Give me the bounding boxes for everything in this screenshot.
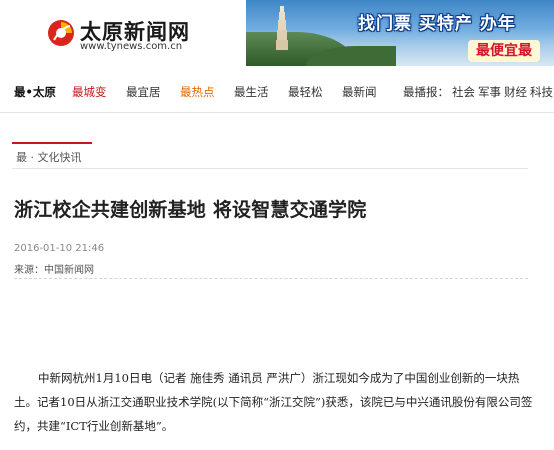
- broadcast-link-finance[interactable]: 财经: [504, 85, 527, 99]
- nav-item-city-change[interactable]: 最城变: [72, 84, 107, 100]
- broadcast-link-tech[interactable]: 科技: [530, 85, 553, 99]
- broadcast-link-military[interactable]: 军事: [478, 85, 501, 99]
- pagoda-icon: [276, 6, 288, 50]
- nav-item-relax[interactable]: 最轻松: [288, 84, 323, 100]
- site-logo[interactable]: 太原新闻网 www.tynews.com.cn: [46, 14, 206, 54]
- nav-broadcast: 最播报： 社会 军事 财经 科技: [403, 84, 554, 100]
- banner-tag: 最便宜最: [468, 40, 540, 62]
- logo-icon: [48, 20, 74, 46]
- ad-banner[interactable]: 找门票 买特产 办年 最便宜最: [246, 0, 554, 66]
- article-body: 中新网杭州1月10日电（记者 施佳秀 通讯员 严洪广）浙江现如今成为了中国创业创…: [14, 366, 534, 438]
- nav-item-taiyuan[interactable]: 最•太原: [14, 84, 56, 100]
- breadcrumb-divider: [12, 168, 528, 169]
- meta-divider: [14, 278, 528, 279]
- source-name: 中国新闻网: [44, 265, 94, 276]
- nav-item-life[interactable]: 最生活: [234, 84, 269, 100]
- nav-item-hotspot[interactable]: 最热点: [180, 84, 215, 100]
- site-url: www.tynews.com.cn: [80, 41, 183, 52]
- breadcrumb-accent: [12, 142, 92, 144]
- site-header: 太原新闻网 www.tynews.com.cn 找门票 买特产 办年 最便宜最: [0, 0, 554, 70]
- banner-slogan: 找门票 买特产 办年: [358, 14, 516, 34]
- broadcast-label: 最播报：: [403, 85, 449, 99]
- nav-item-livable[interactable]: 最宜居: [126, 84, 161, 100]
- source-label: 来源：: [14, 265, 44, 276]
- main-nav: 最•太原 最城变 最宜居 最热点 最生活 最轻松 最新闻 最播报： 社会 军事 财经科…: [14, 84, 554, 104]
- article-title: 浙江校企共建创新基地 将设智慧交通学院: [14, 199, 367, 221]
- article-source: 来源：中国新闻网: [14, 261, 94, 276]
- nav-item-news[interactable]: 最新闻: [342, 84, 377, 100]
- broadcast-link-society[interactable]: 社会: [452, 85, 475, 99]
- nav-divider: [0, 112, 554, 113]
- article-paragraph: 中新网杭州1月10日电（记者 施佳秀 通讯员 严洪广）浙江现如今成为了中国创业创…: [14, 371, 533, 433]
- breadcrumb[interactable]: 最 · 文化快讯: [16, 149, 82, 165]
- article-date: 2016-01-10 21:46: [14, 243, 105, 254]
